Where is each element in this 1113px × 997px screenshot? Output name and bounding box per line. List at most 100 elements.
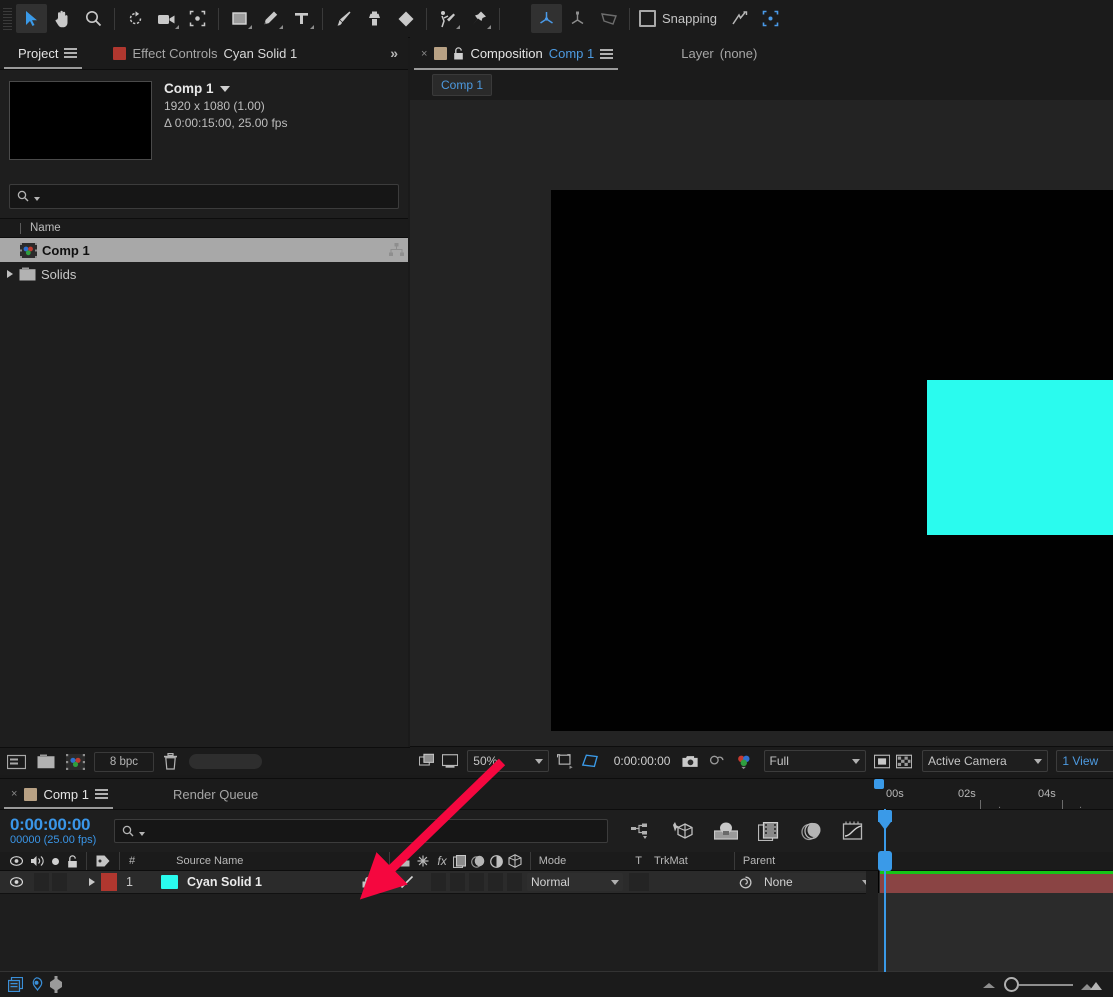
timeline-search-input[interactable] bbox=[114, 819, 609, 843]
camera-dropdown[interactable]: Active Camera bbox=[921, 750, 1049, 772]
pen-tool-icon[interactable] bbox=[255, 4, 286, 33]
layer-video-toggle-icon[interactable] bbox=[10, 877, 23, 887]
lock-icon[interactable] bbox=[67, 854, 78, 868]
layer-audio-toggle[interactable] bbox=[34, 873, 49, 891]
layer-quality-icon[interactable] bbox=[400, 875, 414, 889]
layer-3d-cell[interactable] bbox=[506, 873, 522, 891]
composition-mini-flowchart-icon[interactable] bbox=[631, 823, 652, 840]
resolution-dropdown[interactable]: Full bbox=[763, 750, 866, 772]
timeline-ruler[interactable]: 00s 02s 04s . . bbox=[878, 779, 1113, 811]
cyan-solid-layer[interactable] bbox=[927, 380, 1113, 535]
toggle-masks-icon[interactable] bbox=[419, 753, 435, 769]
graph-editor-icon[interactable] bbox=[842, 821, 864, 841]
parent-pickwhip-icon[interactable] bbox=[738, 875, 753, 890]
panel-menu-icon[interactable] bbox=[94, 789, 108, 799]
layer-trkmat-t-cell[interactable] bbox=[628, 873, 649, 891]
roto-brush-tool-icon[interactable] bbox=[432, 4, 463, 33]
chevron-down-icon[interactable] bbox=[535, 758, 543, 764]
timeline-empty-area[interactable] bbox=[878, 893, 1113, 972]
toggle-switches-modes-icon[interactable] bbox=[8, 977, 23, 992]
hand-tool-icon[interactable] bbox=[47, 4, 78, 33]
zoom-tool-icon[interactable] bbox=[78, 4, 109, 33]
layer-solo-toggle[interactable] bbox=[52, 873, 67, 891]
close-icon[interactable]: × bbox=[421, 48, 427, 60]
snapping-toggle[interactable]: Snapping bbox=[639, 10, 724, 27]
layer-shy-icon[interactable] bbox=[362, 876, 375, 888]
layer-label-color[interactable] bbox=[101, 873, 117, 891]
shy-icon[interactable] bbox=[397, 855, 410, 867]
frame-blend-icon[interactable] bbox=[452, 854, 466, 868]
comp-render-icon[interactable] bbox=[29, 976, 44, 993]
layer-motionblur-cell[interactable] bbox=[468, 873, 484, 891]
tab-render-queue[interactable]: Render Queue bbox=[164, 779, 267, 809]
view-tab-comp1[interactable]: Comp 1 bbox=[432, 74, 493, 96]
snap-bounds-icon[interactable] bbox=[755, 4, 786, 33]
chevron-down-icon[interactable] bbox=[610, 879, 619, 885]
chevron-down-icon[interactable] bbox=[1034, 758, 1043, 764]
layer-disclosure-arrow-icon[interactable] bbox=[89, 878, 95, 886]
motion-blur-icon[interactable] bbox=[50, 976, 62, 993]
list-item[interactable]: Solids bbox=[0, 262, 408, 286]
toolbar-grip[interactable] bbox=[3, 7, 12, 30]
work-area-marker[interactable] bbox=[874, 779, 884, 789]
brush-tool-icon[interactable] bbox=[328, 4, 359, 33]
panel-menu-icon[interactable] bbox=[64, 48, 78, 58]
timeline-track-area[interactable] bbox=[878, 871, 1113, 893]
region-of-interest-icon[interactable] bbox=[557, 752, 574, 770]
timeline-zoom-slider[interactable] bbox=[1004, 977, 1073, 992]
layer-track-bar[interactable] bbox=[880, 874, 1113, 893]
solo-icon[interactable] bbox=[52, 857, 59, 865]
snapping-checkbox[interactable] bbox=[639, 10, 656, 27]
eraser-tool-icon[interactable] bbox=[390, 4, 421, 33]
frame-blending-icon[interactable] bbox=[758, 821, 780, 841]
panel-menu-icon[interactable] bbox=[600, 48, 614, 59]
tab-composition[interactable]: × Composition Comp 1 bbox=[410, 37, 622, 70]
playhead-line[interactable] bbox=[884, 809, 886, 972]
work-area-start-handle[interactable] bbox=[878, 851, 892, 871]
chevron-down-icon[interactable] bbox=[851, 758, 860, 764]
bit-depth-button[interactable]: 8 bpc bbox=[94, 751, 154, 772]
zoom-in-timeline-icon[interactable] bbox=[1081, 979, 1103, 991]
draft-3d-icon[interactable] bbox=[672, 821, 694, 841]
channel-icon[interactable] bbox=[736, 753, 752, 770]
label-icon[interactable] bbox=[96, 855, 110, 867]
position-gizmo-icon[interactable] bbox=[531, 4, 562, 33]
rotation-tool-icon[interactable] bbox=[120, 4, 151, 33]
tab-comp1-timeline[interactable]: × Comp 1 bbox=[0, 779, 117, 809]
layer-mode-dropdown[interactable]: Normal bbox=[526, 873, 623, 891]
playhead-handle[interactable] bbox=[878, 810, 892, 822]
clone-stamp-tool-icon[interactable] bbox=[359, 4, 390, 33]
layer-frameblend-cell[interactable] bbox=[449, 873, 465, 891]
layer-parent-dropdown[interactable]: None bbox=[759, 873, 874, 891]
zoom-out-timeline-icon[interactable] bbox=[982, 980, 996, 989]
tab-effect-controls[interactable]: Effect Controls Cyan Solid 1 bbox=[104, 37, 306, 69]
close-icon[interactable]: × bbox=[11, 788, 17, 800]
layer-collapse-icon[interactable] bbox=[382, 876, 394, 888]
composition-canvas[interactable] bbox=[551, 190, 1113, 731]
timeline-current-time[interactable]: 0:00:00:00 bbox=[10, 815, 96, 835]
hide-shy-layers-icon[interactable] bbox=[714, 822, 739, 840]
show-snapshot-icon[interactable] bbox=[709, 753, 726, 769]
puppet-pin-tool-icon[interactable] bbox=[463, 4, 494, 33]
scale-gizmo-icon[interactable] bbox=[562, 4, 593, 33]
video-icon[interactable] bbox=[10, 856, 23, 866]
panel-overflow-icon[interactable]: » bbox=[390, 45, 398, 61]
search-dropdown-icon[interactable] bbox=[139, 831, 146, 836]
zoom-dropdown[interactable]: 50% bbox=[467, 750, 549, 772]
audio-icon[interactable] bbox=[30, 855, 44, 867]
search-dropdown-icon[interactable] bbox=[34, 197, 40, 201]
motion-blur-icon[interactable] bbox=[800, 822, 822, 841]
layer-adjustment-cell[interactable] bbox=[487, 873, 503, 891]
disclosure-arrow-icon[interactable] bbox=[7, 270, 13, 278]
take-snapshot-icon[interactable] bbox=[682, 754, 699, 769]
layer-effects-cell[interactable] bbox=[430, 873, 446, 891]
pan-behind-tool-icon[interactable] bbox=[182, 4, 213, 33]
chevron-down-icon[interactable] bbox=[219, 85, 230, 92]
transparency-icon[interactable] bbox=[895, 753, 912, 770]
selection-tool-icon[interactable] bbox=[16, 4, 47, 33]
snap-vertex-icon[interactable] bbox=[724, 4, 755, 33]
layer-lock-toggle[interactable] bbox=[70, 873, 85, 891]
shape-tool-icon[interactable] bbox=[224, 4, 255, 33]
list-item[interactable]: Comp 1 bbox=[0, 238, 408, 262]
3d-layer-icon[interactable] bbox=[508, 854, 522, 868]
